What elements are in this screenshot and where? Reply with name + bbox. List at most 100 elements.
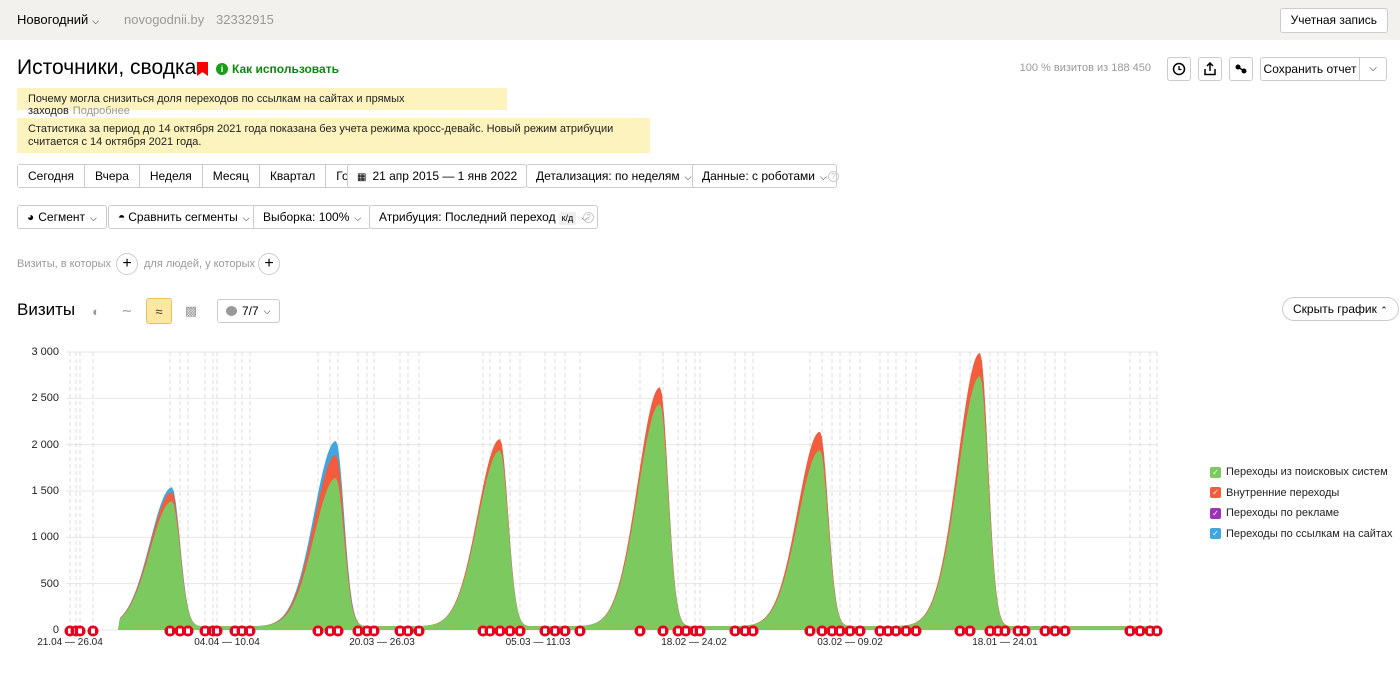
export-button[interactable] xyxy=(1198,57,1222,81)
y-tick-label: 1 000 xyxy=(31,531,59,543)
x-tick-label: 20.03 — 26.03 xyxy=(349,637,415,648)
crossdevice-badge: к/д xyxy=(558,212,577,225)
account-button[interactable]: Учетная запись xyxy=(1279,8,1388,33)
chart-type-area[interactable]: ≈ xyxy=(146,298,172,324)
segment-button[interactable]: ◕ Сегмент ⌵ xyxy=(17,205,107,229)
comment-marker-glyph xyxy=(830,628,834,634)
chart-type-pie[interactable]: ◐ xyxy=(83,298,109,324)
data-mode-select[interactable]: Данные: с роботами ⌵ xyxy=(692,164,837,188)
comment-marker-glyph xyxy=(1063,628,1067,634)
comment-marker-glyph xyxy=(417,628,421,634)
period-month[interactable]: Месяц xyxy=(202,165,260,187)
comment-marker xyxy=(1019,625,1031,637)
attribution-select[interactable]: Атрибуция: Последний переход к/д ⌵ xyxy=(369,205,599,229)
more-link[interactable]: Подробнее xyxy=(73,105,130,117)
comment-marker xyxy=(402,625,414,637)
segment-label: Сегмент xyxy=(38,210,86,224)
add-visit-filter-button[interactable]: + xyxy=(116,253,138,275)
help-icon[interactable]: ? xyxy=(828,171,839,182)
date-range-button[interactable]: ▦ 21 апр 2015 — 1 янв 2022 xyxy=(347,164,528,188)
period-selector: Сегодня Вчера Неделя Месяц Квартал Год xyxy=(17,164,367,188)
comment-marker-glyph xyxy=(233,628,237,634)
legend-item-search[interactable]: ✓ Переходы из поисковых систем xyxy=(1210,462,1392,483)
legend-item-ads[interactable]: ✓ Переходы по рекламе xyxy=(1210,503,1392,524)
comments-button[interactable]: 7/7 ⌵ xyxy=(217,299,280,323)
checkbox-icon: ✓ xyxy=(1210,528,1221,540)
comment-marker xyxy=(514,625,526,637)
comment-marker-glyph xyxy=(336,628,340,634)
period-week[interactable]: Неделя xyxy=(139,165,203,187)
comment-marker xyxy=(890,625,902,637)
how-to-link[interactable]: i Как использовать xyxy=(216,62,339,76)
comment-marker-glyph xyxy=(1023,628,1027,634)
bar-chart-icon: ▩ xyxy=(184,303,198,318)
comment-marker-glyph xyxy=(661,628,665,634)
date-range-label: 21 апр 2015 — 1 янв 2022 xyxy=(372,169,518,183)
comment-marker-glyph xyxy=(406,628,410,634)
page-title: Источники, сводка xyxy=(17,56,197,79)
comment-marker-glyph xyxy=(1155,628,1159,634)
comment-marker-glyph xyxy=(578,628,582,634)
comment-marker-glyph xyxy=(508,628,512,634)
comment-marker-glyph xyxy=(878,628,882,634)
x-tick-label: 18.02 — 24.02 xyxy=(661,637,727,648)
comment-marker-glyph xyxy=(1148,628,1152,634)
period-today[interactable]: Сегодня xyxy=(18,165,85,187)
y-tick-label: 0 xyxy=(53,624,59,636)
counter-name: Новогодний xyxy=(17,12,89,27)
comment-marker xyxy=(999,625,1011,637)
comment-marker-glyph xyxy=(543,628,547,634)
info-icon: i xyxy=(216,63,228,75)
drop-notice: Почему могла снизиться доля переходов по… xyxy=(17,88,507,117)
period-yesterday[interactable]: Вчера xyxy=(85,165,140,187)
hide-graph-button[interactable]: Скрыть график ⌃ xyxy=(1282,297,1399,321)
comment-marker-glyph xyxy=(356,628,360,634)
x-tick-label: 21.04 — 26.04 xyxy=(37,637,103,648)
comment-marker-glyph xyxy=(563,628,567,634)
comment-marker-glyph xyxy=(328,628,332,634)
sample-select[interactable]: Выборка: 100% ⌵ xyxy=(253,205,372,229)
share-button[interactable] xyxy=(1229,57,1253,81)
legend-label: Внутренние переходы xyxy=(1226,486,1340,499)
help-icon[interactable]: ? xyxy=(583,212,594,223)
comment-marker-glyph xyxy=(203,628,207,634)
comment-marker-glyph xyxy=(488,628,492,634)
period-quarter[interactable]: Квартал xyxy=(259,165,327,187)
counter-select[interactable]: Новогодний ⌵ xyxy=(17,12,99,27)
chevron-down-icon: ⌵ xyxy=(684,172,692,182)
chart-type-line[interactable]: ∼ xyxy=(114,298,140,324)
x-tick-label: 03.02 — 09.02 xyxy=(817,637,883,648)
comment-marker xyxy=(211,625,223,637)
comment-marker xyxy=(559,625,571,637)
comment-marker xyxy=(1151,625,1163,637)
comment-marker xyxy=(844,625,856,637)
comment-marker xyxy=(549,625,561,637)
comment-marker-glyph xyxy=(743,628,747,634)
history-button[interactable] xyxy=(1167,57,1191,81)
add-people-filter-button[interactable]: + xyxy=(258,253,280,275)
comment-marker-glyph xyxy=(1128,628,1132,634)
comment-marker-glyph xyxy=(858,628,862,634)
comment-marker xyxy=(244,625,256,637)
how-to-label: Как использовать xyxy=(232,62,339,76)
comment-marker-glyph xyxy=(988,628,992,634)
detail-select[interactable]: Детализация: по неделям ⌵ xyxy=(526,164,702,188)
visits-chart: 3 000 2 500 2 000 1 500 1 000 500 0 21.0… xyxy=(31,346,1163,648)
bookmark-icon[interactable] xyxy=(197,62,208,76)
comment-marker-glyph xyxy=(372,628,376,634)
comment-marker xyxy=(74,625,86,637)
compare-segments-button[interactable]: ◓ Сравнить сегменты ⌵ xyxy=(108,205,260,229)
chevron-down-icon: ⌵ xyxy=(242,213,250,223)
y-axis: 3 000 2 500 2 000 1 500 1 000 500 0 xyxy=(31,346,59,636)
chevron-up-icon: ⌃ xyxy=(1380,305,1388,315)
chart-type-bar[interactable]: ▩ xyxy=(178,298,204,324)
chevron-down-icon: ⌵ xyxy=(819,172,827,182)
comment-marker xyxy=(1049,625,1061,637)
save-report-dropdown[interactable]: ⌵ xyxy=(1359,57,1387,81)
attribution-notice-line1: Статистика за период до 14 октября 2021 … xyxy=(28,123,614,135)
comment-marker xyxy=(964,625,976,637)
legend-item-links[interactable]: ✓ Переходы по ссылкам на сайтах xyxy=(1210,524,1392,545)
comment-marker xyxy=(1039,625,1051,637)
legend-item-internal[interactable]: ✓ Внутренние переходы xyxy=(1210,483,1392,504)
save-report-button[interactable]: Сохранить отчет xyxy=(1260,57,1360,81)
